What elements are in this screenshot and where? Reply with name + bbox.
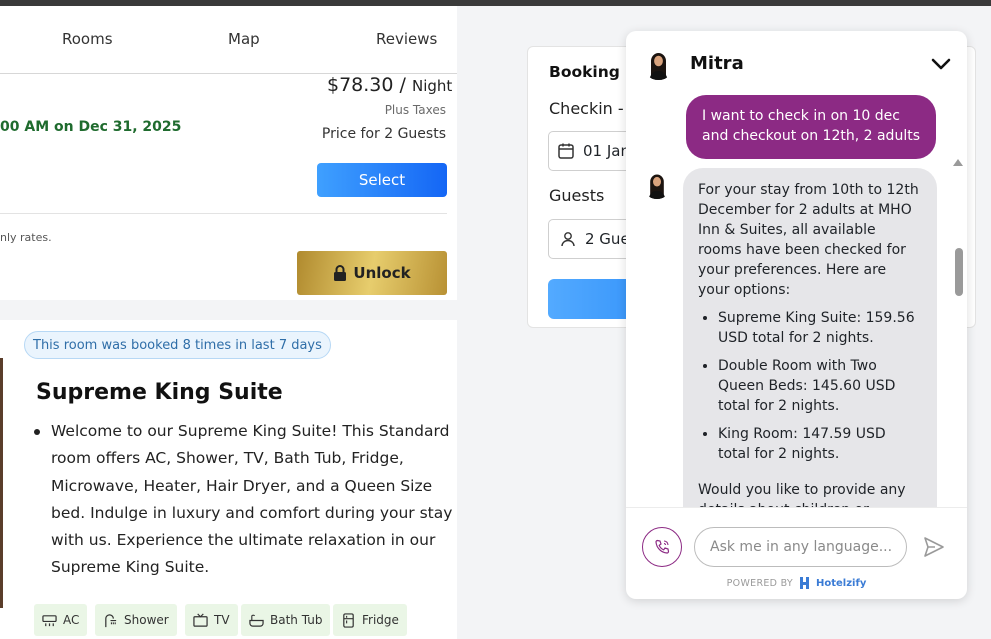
amenity-bath-tub: Bath Tub: [241, 604, 331, 636]
nav-rooms[interactable]: Rooms: [62, 30, 113, 48]
bot-intro: For your stay from 10th to 12th December…: [698, 182, 919, 298]
checkin-label: Checkin - (: [549, 99, 635, 118]
powered-by: POWERED BY Hotelzify: [626, 576, 967, 590]
amenity-ac: AC: [34, 604, 88, 636]
hotelzify-logo-icon: [799, 577, 809, 589]
scroll-up-arrow[interactable]: [953, 159, 963, 166]
member-rates-text: nly rates.: [0, 231, 52, 244]
rate-divider: [0, 213, 447, 214]
price-amount: $78.30: [327, 74, 394, 96]
person-icon: [561, 232, 575, 247]
phone-icon: [655, 539, 670, 554]
nav-reviews[interactable]: Reviews: [376, 30, 437, 48]
room-option: King Room: 147.59 USD total for 2 nights…: [718, 424, 921, 464]
amenity-label: Bath Tub: [270, 613, 323, 627]
amenity-label: Shower: [124, 613, 169, 627]
amenity-label: AC: [63, 613, 80, 627]
lock-icon: [334, 265, 347, 281]
room-title: Supreme King Suite: [36, 380, 283, 405]
chat-messages[interactable]: I want to check in on 10 dec and checkou…: [626, 91, 967, 507]
room-card: This room was booked 8 times in last 7 d…: [0, 320, 457, 639]
cancellation-date: 00 AM on Dec 31, 2025: [0, 119, 182, 135]
bot-followup: Would you like to provide any details ab…: [698, 482, 906, 507]
shower-icon: [105, 613, 117, 627]
price-separator: /: [399, 74, 406, 96]
calendar-icon: [558, 143, 574, 159]
call-button[interactable]: [642, 527, 682, 567]
amenity-fridge: Fridge: [333, 604, 407, 636]
fridge-icon: [343, 612, 354, 628]
amenity-label: TV: [214, 613, 230, 627]
room-options-list: Supreme King Suite: 159.56 USD total for…: [698, 308, 921, 464]
price-per-night: $78.30 / Night: [327, 74, 452, 96]
select-button[interactable]: Select: [317, 163, 447, 197]
booking-summary-title: Booking S: [549, 63, 637, 81]
amenity-shower: Shower: [95, 604, 177, 636]
booking-popularity-badge: This room was booked 8 times in last 7 d…: [24, 331, 331, 359]
ac-icon: [42, 614, 57, 626]
chat-widget: Mitra I want to check in on 10 dec and c…: [626, 31, 967, 599]
plus-taxes: Plus Taxes: [384, 103, 446, 117]
bath-tub-icon: [249, 614, 264, 627]
amenity-label: Fridge: [362, 613, 399, 627]
send-icon[interactable]: [922, 535, 946, 559]
amenity-tv: TV: [185, 604, 238, 636]
chevron-down-icon[interactable]: [930, 55, 952, 73]
agent-avatar: [642, 47, 675, 80]
room-photo[interactable]: [0, 358, 3, 608]
room-description: Welcome to our Supreme King Suite! This …: [34, 418, 453, 582]
input-divider: [626, 507, 967, 508]
bot-avatar: [642, 169, 672, 199]
guests-value: 2 Gue: [585, 230, 630, 248]
agent-name: Mitra: [690, 53, 744, 74]
unlock-label: Unlock: [353, 264, 411, 282]
unlock-button[interactable]: Unlock: [297, 251, 447, 295]
rate-card: Rooms Map Reviews $78.30 / Night Plus Ta…: [0, 6, 457, 300]
nav-map[interactable]: Map: [228, 30, 260, 48]
checkin-date-value: 01 Jan: [583, 142, 630, 160]
room-option: Supreme King Suite: 159.56 USD total for…: [718, 308, 921, 348]
user-message: I want to check in on 10 dec and checkou…: [686, 95, 936, 159]
tv-icon: [193, 613, 208, 627]
chat-input[interactable]: [694, 527, 907, 567]
room-option: Double Room with Two Queen Beds: 145.60 …: [718, 356, 921, 416]
bot-message: For your stay from 10th to 12th December…: [683, 168, 937, 507]
brand-name: Hotelzify: [815, 577, 867, 589]
price-unit: Night: [411, 77, 453, 95]
guests-label: Guests: [549, 186, 605, 205]
powered-by-text: POWERED BY: [726, 577, 793, 589]
price-for-guests: Price for 2 Guests: [321, 126, 446, 142]
scrollbar-thumb[interactable]: [955, 248, 963, 296]
